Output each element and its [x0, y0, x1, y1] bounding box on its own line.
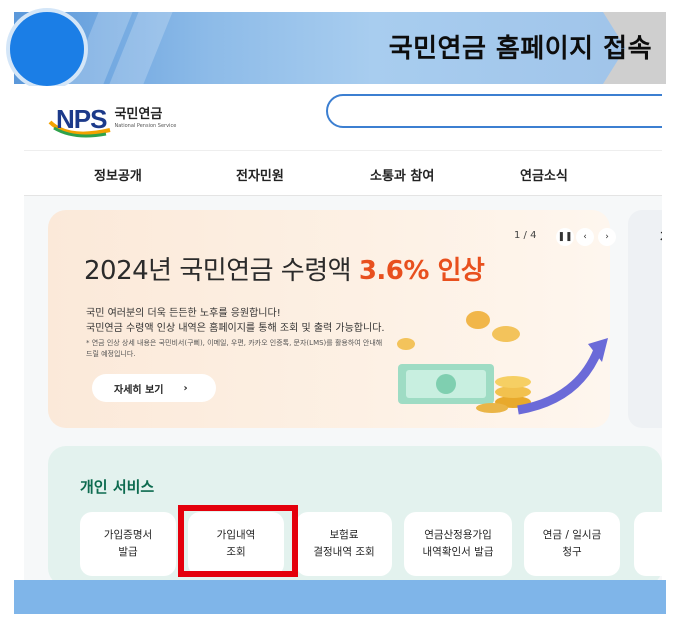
side-panel-letter: 가 [660, 228, 662, 245]
chevron-right-icon: › [183, 382, 188, 394]
detail-button[interactable]: 자세히 보기 › [92, 374, 216, 402]
hero-description: 국민 여러분의 더욱 든든한 노후를 응원합니다! 국민연금 수령액 인상 내역… [86, 306, 385, 336]
side-panel: 가 [628, 210, 662, 428]
hero-desc-line2: 국민연금 수령액 인상 내역은 홈페이지를 통해 조회 및 출력 가능합니다. [86, 323, 385, 334]
title-banner: 국민연금 홈페이지 접속 [6, 8, 666, 90]
logo-korean: 국민연금 [114, 107, 163, 122]
hero-note: * 연금 인상 상세 내용은 국민비서(구삐), 이메일, 우편, 카카오 인증… [86, 339, 383, 358]
service-card-certificate[interactable]: 가입증명서 발급 [80, 512, 176, 576]
pause-icon[interactable]: ❚❚ [556, 228, 574, 246]
nav-item-info[interactable]: 정보공개 [94, 165, 142, 184]
hero-title: 2024년 국민연금 수령액 3.6% 인상 [84, 250, 485, 287]
service-card-pension-calc[interactable]: 연금산정용가입 내역확인서 발급 [404, 512, 512, 576]
detail-button-label: 자세히 보기 [114, 384, 164, 396]
nav-item-civil[interactable]: 전자민원 [236, 165, 284, 184]
logo-english: National Pension Service [114, 123, 177, 129]
hero-title-prefix: 2024년 국민연금 수령액 [84, 256, 359, 286]
service-card-partial[interactable] [634, 512, 662, 576]
money-growth-illustration [397, 311, 608, 415]
logo-text: 국민연금 National Pension Service [114, 108, 176, 130]
global-nav: 정보공개 전자민원 소통과 참여 연금소식 [24, 150, 662, 196]
nav-item-news[interactable]: 연금소식 [520, 165, 568, 184]
tutorial-slide: 국민연금 홈페이지 접속 NPS 국민연금 National Pension S… [0, 0, 678, 624]
banner-title: 국민연금 홈페이지 접속 [388, 34, 652, 64]
services-title: 개인 서비스 [80, 478, 155, 496]
service-card-line2: 청구 [562, 546, 582, 558]
service-card-line1: 보험료 [329, 529, 359, 541]
bottom-band [14, 580, 666, 614]
service-card-line1: 연금 / 일시금 [542, 529, 602, 541]
personal-services: 개인 서비스 가입증명서 발급 가입내역 조회 보험료 결정내역 조회 연금산정… [48, 446, 662, 580]
search-input[interactable] [326, 94, 662, 128]
highlight-box [178, 505, 298, 577]
service-card-line2: 내역확인서 발급 [422, 546, 494, 558]
service-card-line1: 연금산정용가입 [424, 529, 492, 541]
service-card-line2: 발급 [118, 546, 138, 558]
hero-banner[interactable]: 1 / 4 ❚❚ ‹ › 2024년 국민연금 수령액 3.6% 인상 국민 여… [48, 210, 616, 428]
hero-desc-line1: 국민 여러분의 더욱 든든한 노후를 응원합니다! [86, 308, 281, 319]
service-card-line1: 가입증명서 [103, 529, 153, 541]
next-icon[interactable]: › [598, 228, 616, 246]
hero-title-highlight: 3.6% 인상 [358, 256, 485, 286]
service-card-premium[interactable]: 보험료 결정내역 조회 [296, 512, 392, 576]
banner-circle-icon [6, 8, 88, 90]
prev-icon[interactable]: ‹ [576, 228, 594, 246]
nps-logo[interactable]: NPS 국민연금 National Pension Service [46, 100, 176, 138]
logo-nps-text: NPS [56, 103, 107, 134]
nav-item-community[interactable]: 소통과 참여 [370, 165, 434, 184]
service-card-claim[interactable]: 연금 / 일시금 청구 [524, 512, 620, 576]
slide-pager: 1 / 4 [514, 230, 537, 241]
nps-website: NPS 국민연금 National Pension Service 정보공개 전… [24, 86, 662, 580]
site-header: NPS 국민연금 National Pension Service [24, 86, 662, 150]
service-card-line2: 결정내역 조회 [313, 546, 375, 558]
